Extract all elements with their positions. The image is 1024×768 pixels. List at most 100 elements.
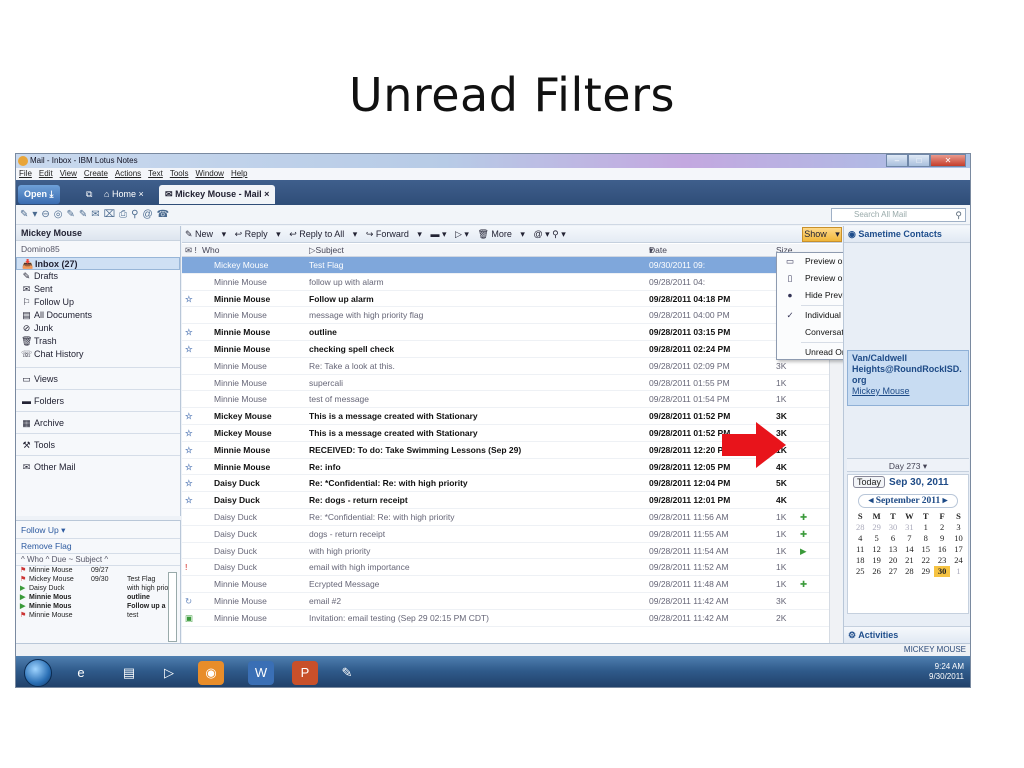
open-button[interactable]: Open ⤓ <box>18 185 60 204</box>
menu-actions[interactable]: Actions <box>115 168 141 180</box>
more-button[interactable]: 🗑 More ▾ <box>477 229 524 239</box>
message-row[interactable]: ↻ Minnie Mouse email #2 09/28/2011 11:42 AM… <box>182 593 842 610</box>
powerpoint-icon[interactable]: P <box>292 661 318 685</box>
ie-icon[interactable]: e <box>68 661 94 685</box>
message-row[interactable]: ☆ Daisy Duck Re: dogs - return receipt 09/2… <box>182 492 842 509</box>
follow-up-columns[interactable]: ^ Who ^ Due ~ Subject ^ <box>16 553 180 566</box>
menu-file[interactable]: File <box>19 168 32 180</box>
message-row[interactable]: Minnie Mouse supercali 09/28/2011 01:55 PM… <box>182 375 842 392</box>
follow-up-scrollbar[interactable] <box>168 572 177 642</box>
status-user[interactable]: MICKEY MOUSE <box>904 644 966 656</box>
calendar-day[interactable]: 19 <box>868 555 884 566</box>
calendar-day[interactable]: 1 <box>950 566 966 577</box>
sidebar-group-folders[interactable]: ▬ Folders <box>16 389 180 411</box>
calendar-day[interactable]: 21 <box>901 555 917 566</box>
workspace-icon[interactable]: ⧉ <box>80 185 96 204</box>
calendar-day[interactable]: 14 <box>901 544 917 555</box>
menu-edit[interactable]: Edit <box>39 168 53 180</box>
next-month-icon[interactable]: ▸ <box>943 496 948 506</box>
media-player-icon[interactable]: ▷ <box>156 661 182 685</box>
message-row[interactable]: ☆Minnie Mouseoutline09/28/2011 03:15 PM1… <box>182 324 842 341</box>
today-button[interactable]: Today <box>853 476 886 488</box>
calendar-day[interactable]: 1 <box>918 522 934 533</box>
calendar-day[interactable]: 25 <box>852 566 868 577</box>
message-row[interactable]: Minnie Mouse Re: Take a look at this. 09/2… <box>182 358 842 375</box>
calendar-day[interactable]: 8 <box>918 533 934 544</box>
tab-mail[interactable]: ✉ Mickey Mouse - Mail × <box>159 185 276 204</box>
sidebar-item-sent[interactable]: ✉ Sent <box>16 283 180 296</box>
close-button[interactable]: ✕ <box>930 154 966 167</box>
calendar-day[interactable]: 4 <box>852 533 868 544</box>
message-row[interactable]: ▣ Minnie Mouse Invitation: email testing (… <box>182 610 842 627</box>
explorer-icon[interactable]: ▤ <box>116 661 142 685</box>
new-button[interactable]: ✎ New ▾ <box>185 229 226 239</box>
message-row[interactable]: Mickey MouseTest Flag09/30/2011 09:2 <box>182 257 842 274</box>
calendar-day[interactable]: 20 <box>885 555 901 566</box>
contact-link[interactable]: Mickey Mouse <box>852 386 964 397</box>
day-of-year[interactable]: Day 273 ▾ <box>847 458 969 472</box>
column-date[interactable]: Date ▾ <box>649 244 667 257</box>
reply-all-button[interactable]: ↩ Reply to All ▾ <box>289 229 357 239</box>
folder-button[interactable]: ▬ ▾ <box>430 229 446 239</box>
forward-button[interactable]: ↪ Forward ▾ <box>366 229 422 239</box>
calendar-day[interactable]: 16 <box>934 544 950 555</box>
calendar-day[interactable]: 3 <box>950 522 966 533</box>
tools-button[interactable]: @ ▾ ⚲ ▾ <box>533 229 565 239</box>
sidebar-group-archive[interactable]: ▦ Archive <box>16 411 180 433</box>
calendar-day[interactable]: 17 <box>950 544 966 555</box>
menu-text[interactable]: Text <box>148 168 163 180</box>
message-row[interactable]: Daisy Duck Re: *Confidential: Re: with hi… <box>182 509 842 526</box>
message-row[interactable]: ☆ Mickey Mouse This is a message created w… <box>182 408 842 425</box>
message-row[interactable]: Minnie Mouse Ecrypted Message 09/28/2011 1… <box>182 576 842 593</box>
calendar-day[interactable]: 22 <box>918 555 934 566</box>
sidebar-item-trash[interactable]: 🗑 Trash <box>16 335 180 348</box>
message-row[interactable]: Daisy Duck dogs - return receipt 09/28/201… <box>182 526 842 543</box>
calendar-day[interactable]: 28 <box>901 566 917 577</box>
message-row[interactable]: Daisy Duck with high priority 09/28/2011 1… <box>182 543 842 560</box>
window-titlebar[interactable]: Mail - Inbox - IBM Lotus Notes – □ ✕ <box>16 154 970 168</box>
sidebar-item-chat-history[interactable]: ☏ Chat History <box>16 348 180 361</box>
message-row[interactable]: ☆ Minnie Mouse Re: info 09/28/2011 12:05 PM… <box>182 459 842 476</box>
calendar-day[interactable]: 29 <box>868 522 884 533</box>
sidebar-item-junk[interactable]: ⊘ Junk <box>16 322 180 335</box>
minimize-button[interactable]: – <box>886 154 908 167</box>
remove-flag-link[interactable]: Remove Flag <box>16 538 180 553</box>
calendar-day[interactable]: 2 <box>934 522 950 533</box>
tab-home[interactable]: ⌂ Home × <box>98 185 150 204</box>
search-input[interactable]: Search All Mail ⚲ <box>831 208 966 222</box>
sidebar-group-tools[interactable]: ⚒ Tools <box>16 433 180 455</box>
calendar-day[interactable]: 12 <box>868 544 884 555</box>
calendar-day[interactable]: 30 <box>885 522 901 533</box>
lotus-notes-icon[interactable]: ◉ <box>198 661 224 685</box>
menu-tools[interactable]: Tools <box>170 168 189 180</box>
calendar-day[interactable]: 18 <box>852 555 868 566</box>
calendar-day[interactable]: 28 <box>852 522 868 533</box>
follow-up-dropdown[interactable]: Follow Up ▾ <box>16 521 180 538</box>
message-row[interactable]: ! Daisy Duck email with high importance 09/… <box>182 559 842 577</box>
message-row[interactable]: Minnie Mouse message with high priority f… <box>182 307 842 325</box>
search-icon[interactable]: ⚲ <box>955 209 962 221</box>
contact-card[interactable]: Van/Caldwell Heights@RoundRockISD. org M… <box>847 350 969 406</box>
follow-up-row[interactable]: ▶ Daisy Duck with high prior <box>16 584 180 593</box>
menu-window[interactable]: Window <box>196 168 224 180</box>
message-row[interactable]: Minnie Mouse test of message 09/28/2011 01… <box>182 391 842 409</box>
close-tab-icon[interactable]: × <box>138 189 143 199</box>
system-tray[interactable]: 9:24 AM 9/30/2011 <box>929 662 964 682</box>
calendar-day[interactable]: 27 <box>885 566 901 577</box>
sidebar-group-views[interactable]: ▭ Views <box>16 367 180 389</box>
toolbar-icons[interactable]: ✎▾⊖◎✎✎✉⌧⎙⚲@☎ <box>20 209 173 220</box>
paint-icon[interactable]: ✎ <box>334 661 360 685</box>
calendar-day[interactable]: 23 <box>934 555 950 566</box>
month-selector[interactable]: ◂ September 2011 ▸ <box>858 494 958 508</box>
menu-create[interactable]: Create <box>84 168 108 180</box>
maximize-button[interactable]: □ <box>908 154 930 167</box>
follow-up-row[interactable]: ⚑ Minnie Mouse 09/27 <box>16 566 180 575</box>
sidebar-item-drafts[interactable]: ✎ Drafts <box>16 270 180 283</box>
calendar-day[interactable]: 5 <box>868 533 884 544</box>
start-button[interactable] <box>24 659 52 687</box>
sidebar-item-follow-up[interactable]: ⚐ Follow Up <box>16 296 180 309</box>
calendar-day[interactable]: 15 <box>918 544 934 555</box>
follow-up-row[interactable]: ⚑ Mickey Mouse 09/30 Test Flag <box>16 575 180 584</box>
calendar-day[interactable]: 26 <box>868 566 884 577</box>
calendar-day[interactable]: 24 <box>950 555 966 566</box>
